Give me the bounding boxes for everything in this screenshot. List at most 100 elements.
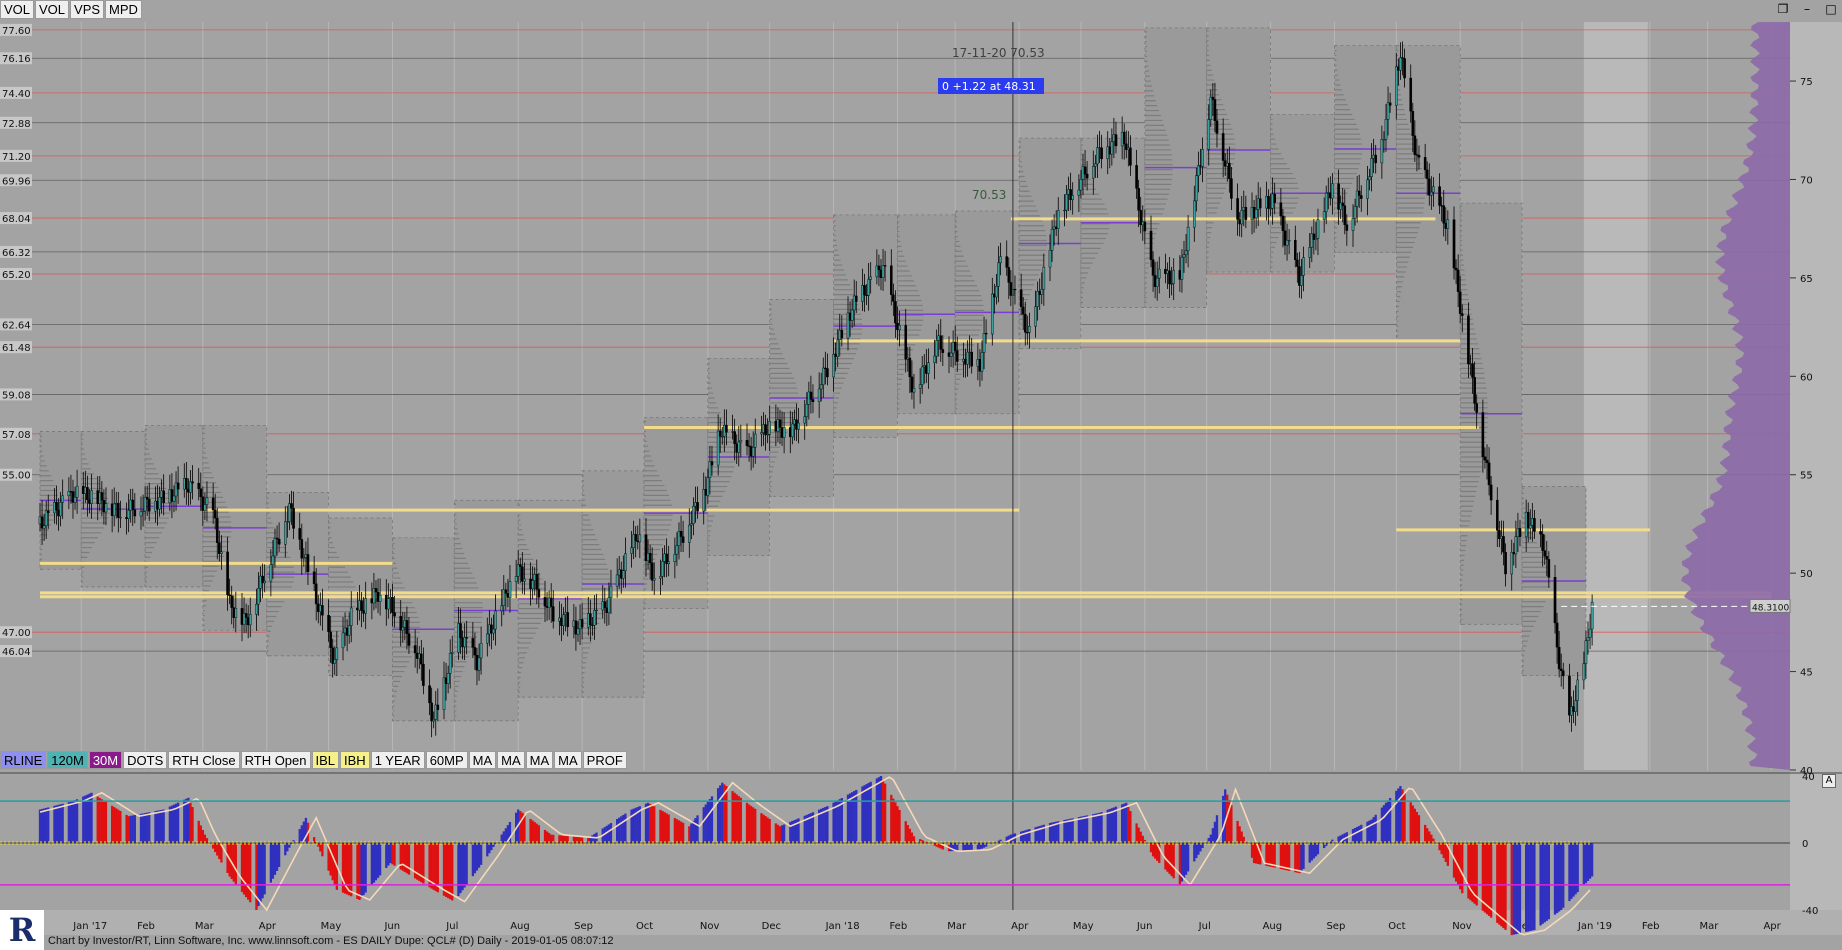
- level-label: 57.08: [2, 430, 31, 441]
- down-candle: [764, 424, 767, 435]
- indicator-ibl-button-6[interactable]: IBL: [311, 751, 340, 769]
- up-candle: [593, 610, 596, 626]
- down-candle: [955, 350, 959, 362]
- up-candle: [768, 420, 771, 435]
- down-candle: [133, 509, 137, 517]
- right-axis-tick-label: 55: [1800, 471, 1813, 482]
- down-candle: [1539, 531, 1542, 535]
- right-axis-tick-label: 60: [1800, 372, 1813, 383]
- up-candle: [1155, 277, 1159, 287]
- down-candle: [230, 595, 233, 608]
- up-candle: [1157, 268, 1161, 279]
- down-candle: [1471, 363, 1474, 378]
- down-candle: [312, 571, 316, 585]
- indicator-rline-button-0[interactable]: RLINE: [0, 751, 47, 769]
- down-candle: [321, 605, 324, 616]
- right-axis-tick-label: 45: [1800, 668, 1813, 679]
- up-candle: [760, 432, 763, 435]
- down-candle: [1149, 230, 1153, 260]
- up-candle: [1028, 326, 1031, 333]
- down-candle: [1456, 269, 1460, 292]
- macd-axis-tick-label: -40: [1802, 906, 1818, 917]
- macd-panel-tag[interactable]: A: [1822, 774, 1836, 788]
- down-candle: [1345, 224, 1349, 231]
- up-candle: [1331, 183, 1334, 199]
- down-candle: [603, 601, 607, 608]
- down-candle: [55, 501, 58, 511]
- up-candle: [477, 657, 481, 671]
- right-axis-tick-label: 65: [1800, 274, 1813, 285]
- down-candle: [430, 702, 433, 722]
- up-candle: [450, 652, 454, 654]
- indicator-ma-button-13[interactable]: MA: [554, 751, 582, 769]
- macd-axis-tick-label: 0: [1802, 839, 1808, 850]
- down-candle: [1013, 288, 1017, 291]
- indicator-prof-button-14[interactable]: PROF: [582, 751, 627, 769]
- down-candle: [811, 399, 815, 402]
- indicator-120m-button-1[interactable]: 120M: [47, 751, 88, 769]
- down-candle: [1518, 528, 1522, 537]
- indicator-1-year-button-8[interactable]: 1 YEAR: [370, 751, 425, 769]
- up-candle: [562, 614, 565, 626]
- down-candle: [970, 351, 973, 367]
- up-candle: [966, 351, 969, 365]
- up-candle: [1370, 158, 1373, 177]
- indicator-rth-close-button-4[interactable]: RTH Close: [168, 751, 240, 769]
- up-candle: [920, 366, 924, 385]
- down-candle: [176, 482, 180, 490]
- down-candle: [290, 503, 293, 509]
- down-candle: [535, 574, 539, 590]
- down-candle: [1122, 131, 1126, 145]
- down-candle: [840, 329, 844, 339]
- down-candle: [473, 647, 477, 656]
- down-candle: [1483, 456, 1487, 461]
- x-axis-tick-label: Apr: [1763, 921, 1781, 932]
- up-candle: [1446, 219, 1450, 229]
- up-candle: [622, 570, 625, 579]
- indicator-ma-button-12[interactable]: MA: [525, 751, 554, 769]
- down-candle: [1458, 291, 1462, 314]
- up-candle: [1588, 628, 1592, 638]
- up-candle: [1197, 165, 1200, 176]
- down-candle: [1423, 157, 1427, 171]
- indicator-ma-button-10[interactable]: MA: [468, 751, 497, 769]
- x-axis-tick-label: Aug: [1263, 921, 1283, 932]
- down-candle: [1211, 96, 1215, 100]
- up-candle: [1384, 119, 1388, 140]
- down-candle: [696, 502, 699, 512]
- up-candle: [739, 440, 743, 443]
- down-candle: [650, 562, 654, 581]
- level-label: 66.32: [2, 248, 31, 259]
- down-candle: [778, 419, 782, 428]
- down-candle: [1230, 178, 1233, 199]
- down-candle: [1258, 198, 1262, 209]
- up-candle: [1207, 119, 1211, 150]
- indicator-60mp-button-9[interactable]: 60MP: [425, 751, 468, 769]
- down-candle: [213, 509, 217, 519]
- down-candle: [1007, 267, 1011, 283]
- down-candle: [191, 481, 194, 484]
- up-candle: [576, 628, 580, 635]
- up-candle: [1528, 525, 1532, 529]
- up-candle: [1302, 257, 1305, 276]
- down-candle: [1487, 462, 1491, 486]
- indicator-rth-open-button-5[interactable]: RTH Open: [240, 751, 311, 769]
- indicator-ibh-button-7[interactable]: IBH: [340, 751, 370, 769]
- indicator-30m-button-2[interactable]: 30M: [88, 751, 123, 769]
- up-candle: [999, 256, 1002, 264]
- up-candle: [349, 607, 353, 626]
- x-axis-tick-label: Feb: [889, 921, 907, 932]
- indicator-ma-button-11[interactable]: MA: [497, 751, 525, 769]
- down-candle: [1281, 215, 1285, 231]
- up-candle: [1050, 228, 1054, 251]
- down-candle: [537, 589, 541, 598]
- indicator-dots-button-3[interactable]: DOTS: [123, 751, 168, 769]
- up-candle: [1351, 218, 1355, 231]
- down-candle: [745, 440, 749, 446]
- x-axis-tick-label: Nov: [1452, 921, 1472, 932]
- up-candle: [609, 585, 613, 598]
- up-candle: [630, 547, 633, 554]
- right-axis-tick-label: 70: [1800, 175, 1813, 186]
- down-candle: [1135, 165, 1138, 189]
- down-candle: [681, 536, 685, 543]
